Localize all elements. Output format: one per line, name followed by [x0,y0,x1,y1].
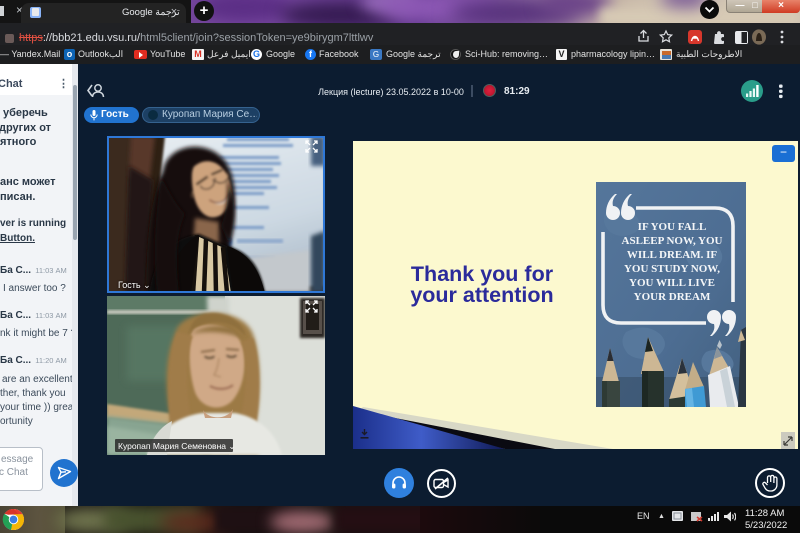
svg-text:YOU WILL LIVE: YOU WILL LIVE [629,277,715,289]
svg-text:YOU STUDY NOW,: YOU STUDY NOW, [624,263,720,275]
svg-text:WILL DREAM. IF: WILL DREAM. IF [627,249,717,261]
svg-text:IF YOU FALL: IF YOU FALL [638,221,707,233]
svg-text:YOUR DREAM: YOUR DREAM [634,291,711,303]
svg-text:ASLEEP NOW, YOU: ASLEEP NOW, YOU [622,235,723,247]
